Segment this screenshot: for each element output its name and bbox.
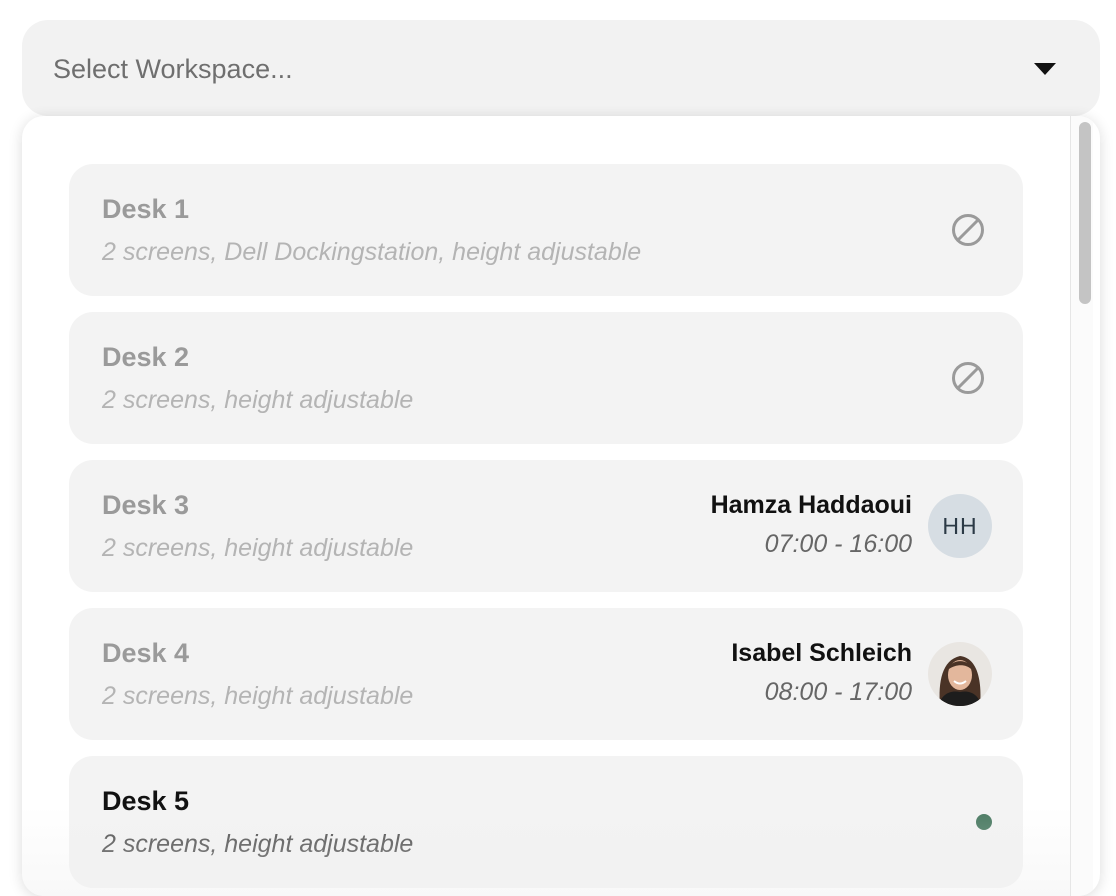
- available-status-dot-icon: [976, 814, 992, 830]
- booking-time: 08:00 - 17:00: [764, 678, 912, 706]
- desk-name: Desk 1: [102, 194, 190, 224]
- booker-name: Isabel Schleich: [731, 639, 912, 667]
- workspace-select[interactable]: Select Workspace...: [22, 20, 1100, 116]
- booking-time: 07:00 - 16:00: [764, 530, 912, 558]
- desk-description: 2 screens, Dell Dockingstation, height a…: [102, 238, 642, 266]
- scrollbar-thumb[interactable]: [1079, 122, 1091, 304]
- blocked-icon: [952, 362, 984, 394]
- workspace-dropdown-list: Desk 1 2 screens, Dell Dockingstation, h…: [22, 116, 1100, 896]
- desk-option-3: Desk 3 2 screens, height adjustable Hamz…: [69, 460, 1023, 592]
- booking-info: Isabel Schleich 08:00 - 17:00: [731, 636, 912, 709]
- desk-name: Desk 4: [102, 638, 190, 668]
- desk-name: Desk 3: [102, 490, 190, 520]
- scrollbar[interactable]: [1070, 116, 1093, 896]
- desk-option-2: Desk 2 2 screens, height adjustable: [69, 312, 1023, 444]
- desk-description: 2 screens, height adjustable: [102, 534, 414, 562]
- avatar: HH: [928, 494, 992, 558]
- desk-description: 2 screens, height adjustable: [102, 830, 414, 858]
- avatar: [928, 642, 992, 706]
- desk-description: 2 screens, height adjustable: [102, 386, 414, 414]
- desk-option-5[interactable]: Desk 5 2 screens, height adjustable: [69, 756, 1023, 888]
- desk-description: 2 screens, height adjustable: [102, 682, 414, 710]
- desk-option-4: Desk 4 2 screens, height adjustable Isab…: [69, 608, 1023, 740]
- desk-option-1: Desk 1 2 screens, Dell Dockingstation, h…: [69, 164, 1023, 296]
- blocked-icon: [952, 214, 984, 246]
- profile-photo-icon: [928, 642, 992, 706]
- desk-name: Desk 2: [102, 342, 190, 372]
- booking-info: Hamza Haddaoui 07:00 - 16:00: [711, 488, 912, 561]
- desk-name: Desk 5: [102, 786, 190, 816]
- booker-name: Hamza Haddaoui: [710, 491, 912, 519]
- workspace-select-placeholder: Select Workspace...: [53, 54, 293, 84]
- caret-down-icon[interactable]: [1034, 63, 1056, 75]
